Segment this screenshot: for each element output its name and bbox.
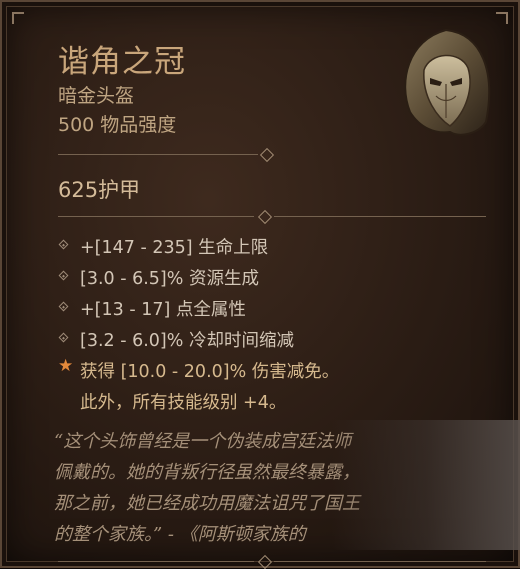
affix-text: [3.0 - 6.5]% 资源生成 <box>80 269 259 289</box>
legendary-affix-line: 此外，所有技能级别 +4。 <box>80 393 287 413</box>
item-name: 谐角之冠 <box>58 44 186 80</box>
item-tooltip: 谐角之冠 暗金头盔 500 物品强度 625护甲 +[147 - 235] 生命… <box>0 0 520 569</box>
frame-corner <box>12 12 24 24</box>
diamond-bullet-icon <box>58 239 69 250</box>
armor-value: 625护甲 <box>58 178 141 202</box>
legendary-affix-line: 获得 [10.0 - 20.0]% 伤害减免。 <box>80 362 340 382</box>
affix-text: [3.2 - 6.0]% 冷却时间缩减 <box>80 331 294 351</box>
diamond-bullet-icon <box>58 270 69 281</box>
affix-text: +[13 - 17] 点全属性 <box>80 300 246 320</box>
diamond-bullet-icon <box>58 301 69 312</box>
divider <box>58 554 488 569</box>
item-type: 暗金头盔 <box>58 85 135 107</box>
affix-text: +[147 - 235] 生命上限 <box>80 238 269 258</box>
watermark-overlay <box>332 420 520 550</box>
divider <box>58 209 488 225</box>
item-power: 500 物品强度 <box>58 114 177 136</box>
diamond-bullet-icon <box>58 332 69 343</box>
divider <box>58 147 278 163</box>
star-icon: ★ <box>58 356 74 376</box>
hooded-helm-icon <box>404 28 491 136</box>
